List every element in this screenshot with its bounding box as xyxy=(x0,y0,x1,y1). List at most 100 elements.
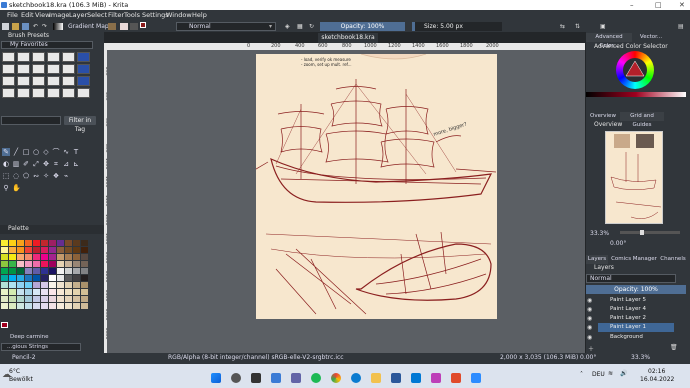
preserve-alpha-icon[interactable]: ▦ xyxy=(297,21,303,32)
tab-vector[interactable]: Vector... xyxy=(634,33,668,42)
swatch[interactable] xyxy=(73,261,80,267)
swatch[interactable] xyxy=(33,289,40,295)
color-history-bar[interactable] xyxy=(586,92,686,97)
swatch[interactable] xyxy=(25,296,32,302)
delete-layer-icon[interactable]: 🗑 xyxy=(670,344,678,351)
swatch[interactable] xyxy=(9,289,16,295)
ellipse-tool-icon[interactable]: ○ xyxy=(32,148,40,156)
layer-opacity-slider[interactable]: Opacity: 100% xyxy=(586,285,686,294)
swatch[interactable] xyxy=(9,261,16,267)
tab-layers[interactable]: Layers xyxy=(586,255,608,264)
brush-preset[interactable] xyxy=(2,64,15,74)
brush-preset[interactable] xyxy=(47,64,60,74)
swatch[interactable] xyxy=(1,322,8,328)
gradient-map-label[interactable]: Gradient Map xyxy=(68,21,109,32)
swatch[interactable] xyxy=(81,303,88,309)
tray-chevron-icon[interactable]: ˄ xyxy=(580,371,583,378)
swatch[interactable] xyxy=(25,289,32,295)
swatch[interactable] xyxy=(9,296,16,302)
brush-preset[interactable] xyxy=(77,64,90,74)
swatch[interactable] xyxy=(33,282,40,288)
chat-icon[interactable] xyxy=(291,373,301,383)
word-icon[interactable] xyxy=(391,373,401,383)
picker-tool-icon[interactable]: ✐ xyxy=(22,160,30,168)
swatch[interactable] xyxy=(33,254,40,260)
swatch[interactable] xyxy=(9,275,16,281)
layer-row[interactable]: Paint Layer 4 xyxy=(598,305,674,314)
polyline-tool-icon[interactable]: ⌒ xyxy=(52,148,60,156)
polygon-tool-icon[interactable]: ◇ xyxy=(42,148,50,156)
swatch[interactable] xyxy=(33,275,40,281)
swatch[interactable] xyxy=(81,247,88,253)
swatch[interactable] xyxy=(17,254,24,260)
swatch[interactable] xyxy=(49,303,56,309)
swatch[interactable] xyxy=(41,254,48,260)
pan-tool-icon[interactable]: ✋ xyxy=(12,184,21,192)
menu-window[interactable]: Window xyxy=(166,10,192,21)
eye-icon[interactable]: ◉ xyxy=(587,306,592,313)
assistant-tool-icon[interactable]: ⊿ xyxy=(62,160,70,168)
swatch[interactable] xyxy=(33,296,40,302)
layer-blend-select[interactable]: Normal xyxy=(586,274,676,283)
swatch[interactable] xyxy=(25,303,32,309)
swatch[interactable] xyxy=(73,303,80,309)
document-tab[interactable]: sketchbook18.kra xyxy=(318,33,378,43)
swatch[interactable] xyxy=(33,268,40,274)
swatch[interactable] xyxy=(1,254,8,260)
select-rect-icon[interactable]: ⬚ xyxy=(2,172,10,180)
clock-time[interactable]: 02:16 xyxy=(648,368,665,375)
tab-comics-manager[interactable]: Comics Manager xyxy=(611,255,657,264)
maximize-icon[interactable]: □ xyxy=(655,0,662,10)
swatch[interactable] xyxy=(65,261,72,267)
swatch[interactable] xyxy=(17,247,24,253)
swatch[interactable] xyxy=(49,254,56,260)
overview-zoom[interactable]: 33.3% xyxy=(590,230,609,237)
swatch[interactable] xyxy=(81,268,88,274)
language-indicator[interactable]: DEU xyxy=(592,371,605,378)
swatch[interactable] xyxy=(65,275,72,281)
opacity-slider[interactable]: Opacity: 100% xyxy=(320,22,405,31)
layer-row[interactable]: Background xyxy=(598,333,674,342)
swatch[interactable] xyxy=(81,261,88,267)
brush-preset[interactable] xyxy=(17,52,30,62)
swatch[interactable] xyxy=(33,247,40,253)
windows-start-icon[interactable] xyxy=(211,373,221,383)
swatch[interactable] xyxy=(65,240,72,246)
swatch[interactable] xyxy=(57,296,64,302)
widgets-icon[interactable] xyxy=(271,373,281,383)
brush-preset[interactable] xyxy=(47,76,60,86)
swatch[interactable] xyxy=(17,268,24,274)
chrome-icon[interactable] xyxy=(331,373,341,383)
brush-preset[interactable] xyxy=(62,64,75,74)
gradient-tool-icon[interactable]: ▥ xyxy=(12,160,20,168)
swatch[interactable] xyxy=(73,289,80,295)
edge-icon[interactable] xyxy=(351,373,361,383)
swatch[interactable] xyxy=(9,268,16,274)
measure-tool-icon[interactable]: ⊾ xyxy=(72,160,80,168)
open-icon[interactable] xyxy=(12,23,19,30)
gradient-icon[interactable] xyxy=(53,23,63,30)
swatch[interactable] xyxy=(65,303,72,309)
favorites-tag-select[interactable]: My Favorites xyxy=(1,41,93,49)
brush-preset[interactable] xyxy=(77,76,90,86)
workspace-icon[interactable]: ▤ xyxy=(678,21,684,32)
palette-select[interactable]: ...gious Strings xyxy=(1,343,81,351)
app-icon[interactable] xyxy=(451,373,461,383)
krita-taskbar-icon[interactable] xyxy=(431,373,441,383)
swatch[interactable] xyxy=(25,261,32,267)
menu-help[interactable]: Help xyxy=(192,10,207,21)
drawing-page[interactable]: - load, verify ok measure - zoom, set up… xyxy=(256,54,497,319)
brush-preset[interactable] xyxy=(2,52,15,62)
swatch[interactable] xyxy=(41,289,48,295)
swatch[interactable] xyxy=(1,303,8,309)
swatch[interactable] xyxy=(25,240,32,246)
brush-preset[interactable] xyxy=(62,52,75,62)
swatch[interactable] xyxy=(41,282,48,288)
swatch[interactable] xyxy=(65,282,72,288)
reload-icon[interactable]: ↻ xyxy=(309,21,314,32)
swatch[interactable] xyxy=(81,254,88,260)
minimize-icon[interactable]: – xyxy=(630,0,634,10)
brush-search-input[interactable] xyxy=(1,116,61,125)
swatch[interactable] xyxy=(81,275,88,281)
overview-thumbnail[interactable] xyxy=(605,131,663,224)
